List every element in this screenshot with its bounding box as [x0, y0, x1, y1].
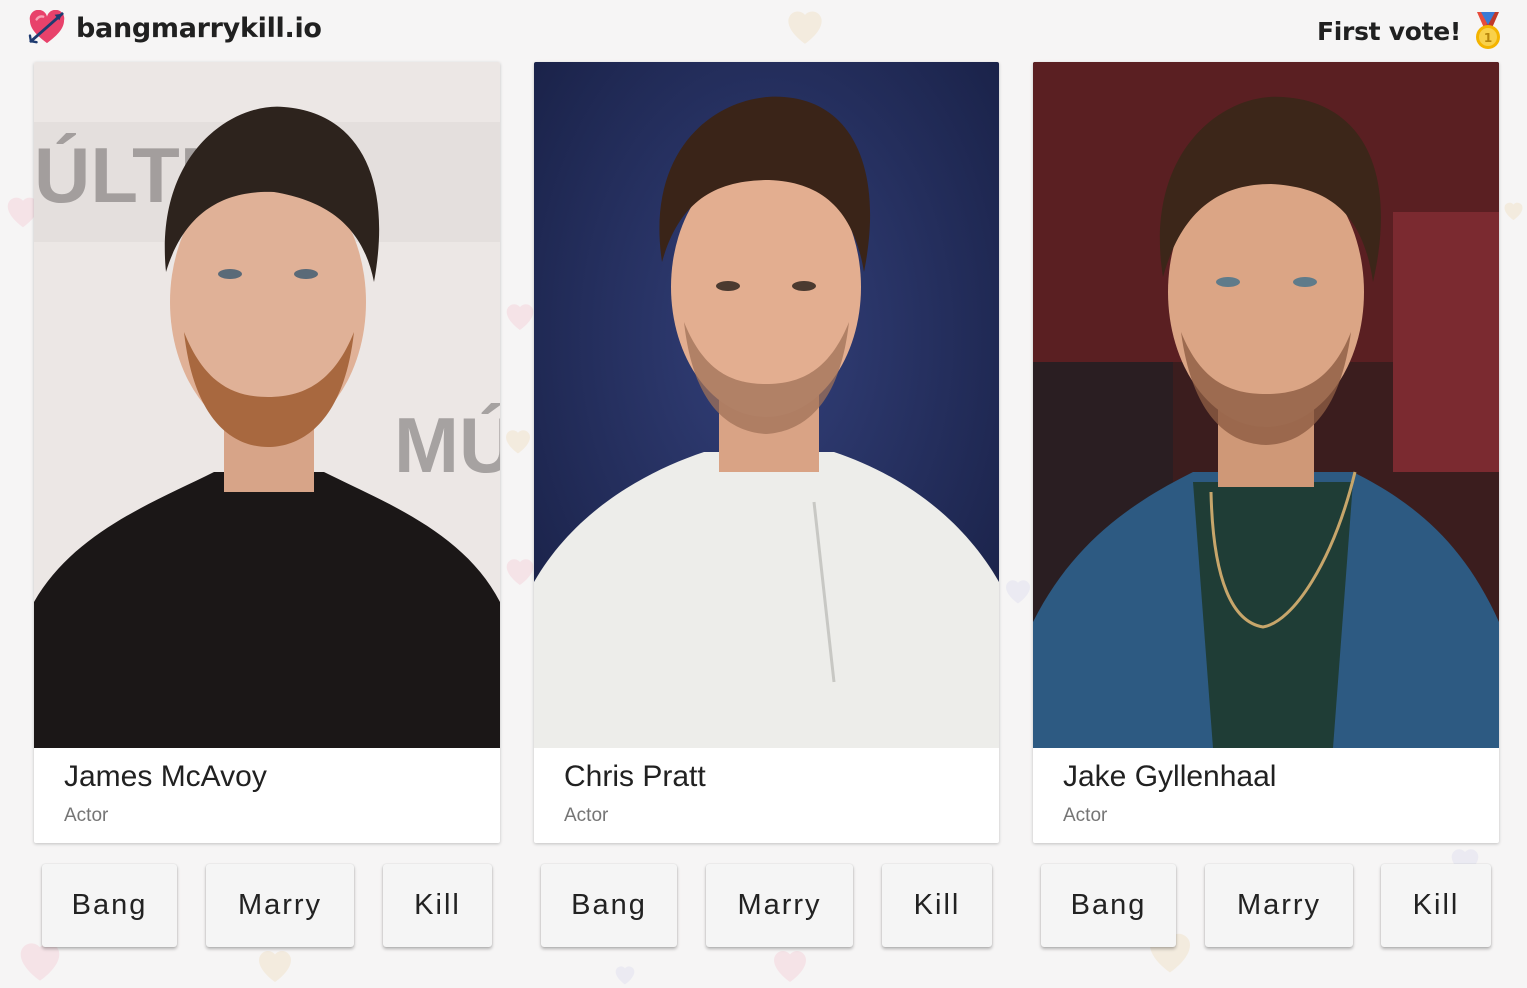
top-bar: bangmarrykill.io First vote! 1: [0, 0, 1527, 60]
site-name: bangmarrykill.io: [76, 12, 322, 44]
person-photo-1[interactable]: ÚLTIM MÚ: [34, 62, 500, 748]
svg-text:1: 1: [1484, 31, 1492, 45]
kill-button-3[interactable]: Kill: [1381, 864, 1491, 947]
svg-text:MÚ: MÚ: [394, 401, 500, 489]
brand-logo[interactable]: bangmarrykill.io: [28, 10, 322, 46]
bang-button-1[interactable]: Bang: [42, 864, 177, 947]
person-role-2: Actor: [564, 805, 609, 826]
person-photo-3[interactable]: [1033, 62, 1499, 748]
kill-button-2[interactable]: Kill: [882, 864, 992, 947]
person-name-1: James McAvoy: [64, 760, 267, 793]
bang-button-2[interactable]: Bang: [541, 864, 677, 947]
person-name-3: Jake Gyllenhaal: [1063, 760, 1277, 793]
person-role-3: Actor: [1063, 805, 1108, 826]
bang-button-3[interactable]: Bang: [1041, 864, 1176, 947]
person-card-2[interactable]: Chris Pratt Actor: [534, 62, 999, 843]
marry-button-1[interactable]: Marry: [206, 864, 354, 947]
person-card-1[interactable]: ÚLTIM MÚ James McAvoy Actor: [34, 62, 500, 843]
person-name-2: Chris Pratt: [564, 760, 706, 793]
person-card-3[interactable]: Jake Gyllenhaal Actor: [1033, 62, 1499, 843]
marry-button-3[interactable]: Marry: [1205, 864, 1353, 947]
kill-button-1[interactable]: Kill: [383, 864, 492, 947]
marry-button-2[interactable]: Marry: [706, 864, 853, 947]
heart-arrow-icon: [28, 10, 65, 44]
person-role-1: Actor: [64, 805, 109, 826]
person-photo-2[interactable]: [534, 62, 999, 748]
vote-status: First vote! 1: [1317, 12, 1505, 50]
vote-status-text: First vote!: [1317, 16, 1461, 46]
medal-icon: 1: [1476, 12, 1500, 49]
page: bangmarrykill.io First vote! 1 ÚLTIM MÚ: [0, 0, 1527, 988]
